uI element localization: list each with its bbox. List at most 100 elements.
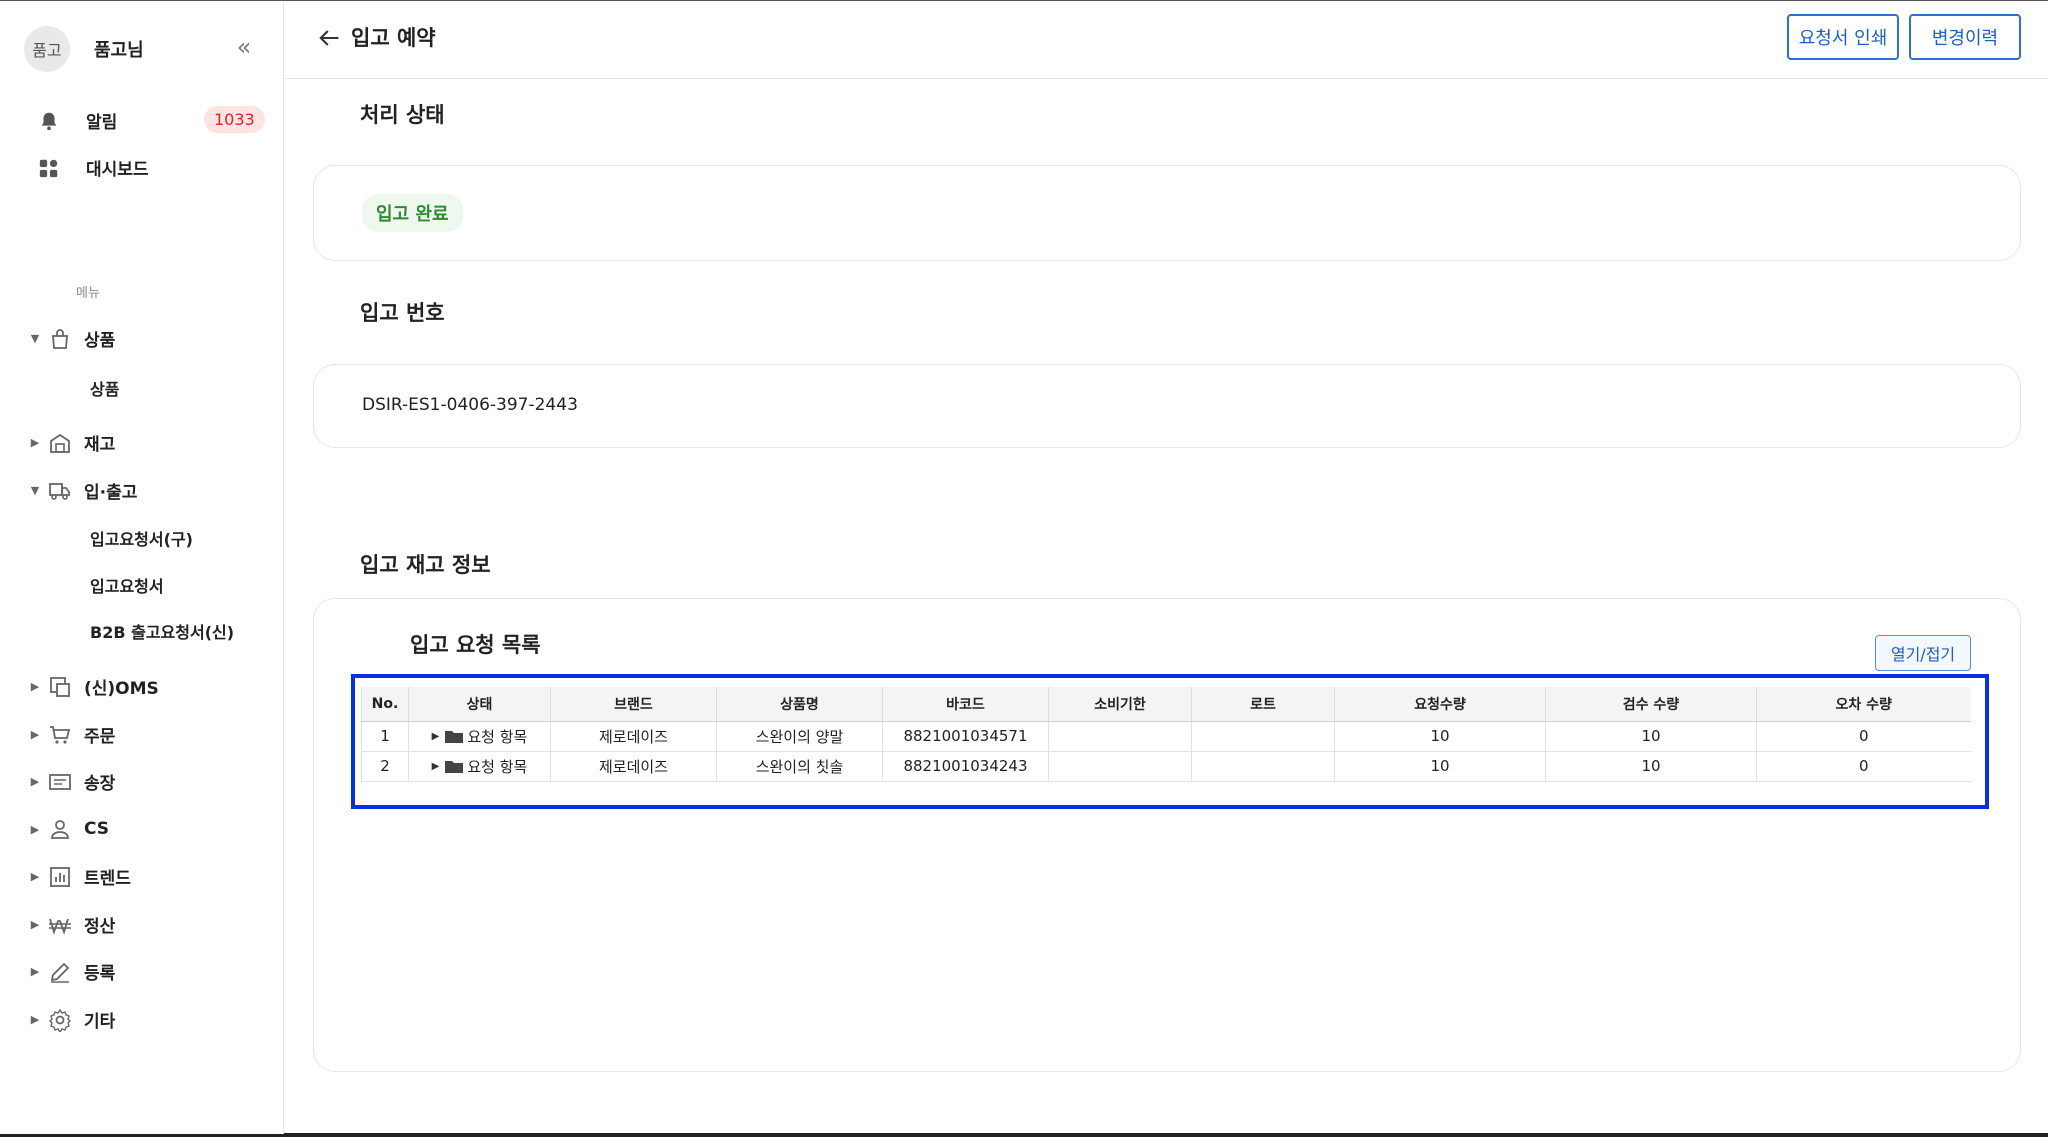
column-header-diff-qty[interactable]: 오차 수량 xyxy=(1756,687,1971,722)
sidebar-item-orders[interactable]: ▶ 주문 xyxy=(28,722,115,747)
status-section-title: 처리 상태 xyxy=(360,103,445,127)
cell-expiry xyxy=(1048,721,1192,752)
sidebar-item-label: 트렌드 xyxy=(84,869,131,889)
avatar: 품고 xyxy=(24,26,70,72)
sidebar-item-label: 알림 xyxy=(86,113,118,133)
status-card: 입고 완료 xyxy=(313,165,2021,261)
chevron-down-icon: ▼ xyxy=(30,484,40,497)
chevron-right-icon: ▶ xyxy=(30,918,40,931)
folder-icon xyxy=(445,731,464,743)
menu-section-header: 메뉴 xyxy=(76,286,100,301)
column-header-requested-qty[interactable]: 요청수량 xyxy=(1334,687,1546,722)
column-header-lot[interactable]: 로트 xyxy=(1191,687,1335,722)
sidebar-item-label: 정산 xyxy=(84,917,116,937)
pencil-icon xyxy=(50,962,70,983)
chevron-right-icon: ▶ xyxy=(30,775,40,788)
chart-icon xyxy=(50,866,70,887)
sidebar-item-cs[interactable]: ▶ CS xyxy=(28,817,109,841)
sidebar-subitem-b2b-outbound-request[interactable]: B2B 출고요청서(신) xyxy=(90,619,234,643)
cell-status: ▶ 요청 항목 xyxy=(408,721,551,752)
user-profile[interactable]: 품고 품고님 xyxy=(24,26,144,72)
status-label: 요청 항목 xyxy=(467,757,528,776)
page-header: 입고 예약 요청서 인쇄 변경이력 xyxy=(285,2,2048,79)
cell-no: 2 xyxy=(361,751,409,782)
expand-collapse-button[interactable]: 열기/접기 xyxy=(1875,635,1971,671)
chevron-right-icon: ▶ xyxy=(30,965,40,978)
cell-barcode: 8821001034571 xyxy=(882,721,1049,752)
back-arrow-icon[interactable] xyxy=(315,24,343,52)
cell-no: 1 xyxy=(361,721,409,752)
bell-icon xyxy=(41,112,57,130)
column-header-product-name[interactable]: 상품명 xyxy=(716,687,883,722)
sidebar-item-register[interactable]: ▶ 등록 xyxy=(28,959,115,984)
won-icon xyxy=(49,918,71,935)
cell-product-name: 스완이의 양말 xyxy=(716,721,883,752)
column-header-inspected-qty[interactable]: 검수 수량 xyxy=(1545,687,1757,722)
sidebar-subitem-inbound-request[interactable]: 입고요청서 xyxy=(90,573,164,597)
status-badge: 입고 완료 xyxy=(362,194,463,232)
cell-brand: 제로데이즈 xyxy=(550,751,717,782)
expand-row-icon[interactable]: ▶ xyxy=(432,761,440,772)
column-header-status[interactable]: 상태 xyxy=(408,687,551,722)
cell-expiry xyxy=(1048,751,1192,782)
cell-lot xyxy=(1191,751,1335,782)
sidebar-item-etc[interactable]: ▶ 기타 xyxy=(28,1007,115,1032)
sidebar-item-label: 재고 xyxy=(84,435,116,455)
column-header-barcode[interactable]: 바코드 xyxy=(882,687,1049,722)
truck-icon xyxy=(49,482,70,500)
cell-requested-qty: 10 xyxy=(1334,721,1546,752)
cell-inspected-qty: 10 xyxy=(1545,751,1757,782)
request-items-table: No. 상태 브랜드 상품명 바코드 소비기한 로트 요청수량 검수 수량 오차… xyxy=(361,687,1971,782)
print-request-button[interactable]: 요청서 인쇄 xyxy=(1787,14,1899,60)
dashboard-icon xyxy=(39,159,58,177)
table-row[interactable]: 2 ▶ 요청 항목 제로데이즈 스완이의 칫솔 8821001034243 10… xyxy=(361,751,1971,782)
change-history-button[interactable]: 변경이력 xyxy=(1909,14,2021,60)
column-header-expiry[interactable]: 소비기한 xyxy=(1048,687,1192,722)
user-name: 품고님 xyxy=(94,40,144,61)
table-header-row: No. 상태 브랜드 상품명 바코드 소비기한 로트 요청수량 검수 수량 오차… xyxy=(361,687,1971,722)
sidebar-item-label: (신)OMS xyxy=(84,679,159,699)
sidebar-item-notifications[interactable]: 알림 xyxy=(38,108,117,133)
stock-info-card xyxy=(313,598,2021,1072)
sidebar-item-inventory[interactable]: ▶ 재고 xyxy=(28,430,115,455)
sidebar-item-inbound-outbound[interactable]: ▼ 입·출고 xyxy=(28,478,137,503)
cell-diff-qty: 0 xyxy=(1756,721,1971,752)
sidebar-item-label: 대시보드 xyxy=(86,160,149,180)
sidebar-subitem-products[interactable]: 상품 xyxy=(90,376,119,400)
sidebar-item-label: CS xyxy=(84,819,110,839)
status-label: 요청 항목 xyxy=(467,727,528,746)
chevron-down-icon: ▼ xyxy=(30,332,40,345)
chevron-right-icon: ▶ xyxy=(30,680,40,693)
column-header-no[interactable]: No. xyxy=(361,687,409,722)
sidebar-item-label: 상품 xyxy=(84,331,116,351)
chevron-right-icon: ▶ xyxy=(30,822,40,836)
expand-row-icon[interactable]: ▶ xyxy=(432,731,440,742)
sidebar-item-dashboard[interactable]: 대시보드 xyxy=(38,155,149,180)
sidebar-item-oms[interactable]: ▶ (신)OMS xyxy=(28,674,159,699)
sidebar-item-label: 등록 xyxy=(84,964,116,984)
sidebar-item-trends[interactable]: ▶ 트렌드 xyxy=(28,864,131,889)
sidebar-subitem-inbound-request-old[interactable]: 입고요청서(구) xyxy=(90,526,193,550)
chevron-right-icon: ▶ xyxy=(30,870,40,883)
cell-barcode: 8821001034243 xyxy=(882,751,1049,782)
column-header-brand[interactable]: 브랜드 xyxy=(550,687,717,722)
sidebar-item-settlement[interactable]: ▶ 정산 xyxy=(28,912,116,937)
app-frame: 품고 품고님 « 알림 1033 대시보드 메뉴 ▼ 상품 상품 ▶ 재고 ▼ … xyxy=(0,0,2048,1137)
cell-diff-qty: 0 xyxy=(1756,751,1971,782)
oms-icon xyxy=(50,676,70,697)
cell-brand: 제로데이즈 xyxy=(550,721,717,752)
chevron-right-icon: ▶ xyxy=(30,728,40,741)
table-row[interactable]: 1 ▶ 요청 항목 제로데이즈 스완이의 양말 8821001034571 10… xyxy=(361,721,1971,752)
cart-icon xyxy=(50,725,71,744)
cell-lot xyxy=(1191,721,1335,752)
inbound-number-value: DSIR-ES1-0406-397-2443 xyxy=(362,395,578,415)
cell-requested-qty: 10 xyxy=(1334,751,1546,782)
sidebar-item-products[interactable]: ▼ 상품 xyxy=(28,326,115,351)
bag-icon xyxy=(52,328,68,349)
collapse-sidebar-icon[interactable]: « xyxy=(232,35,256,60)
notification-count-badge: 1033 xyxy=(204,106,265,133)
sidebar-item-invoices[interactable]: ▶ 송장 xyxy=(28,769,115,794)
page-title: 입고 예약 xyxy=(351,26,436,50)
gear-icon xyxy=(49,1008,71,1032)
stock-info-section-title: 입고 재고 정보 xyxy=(360,553,491,577)
